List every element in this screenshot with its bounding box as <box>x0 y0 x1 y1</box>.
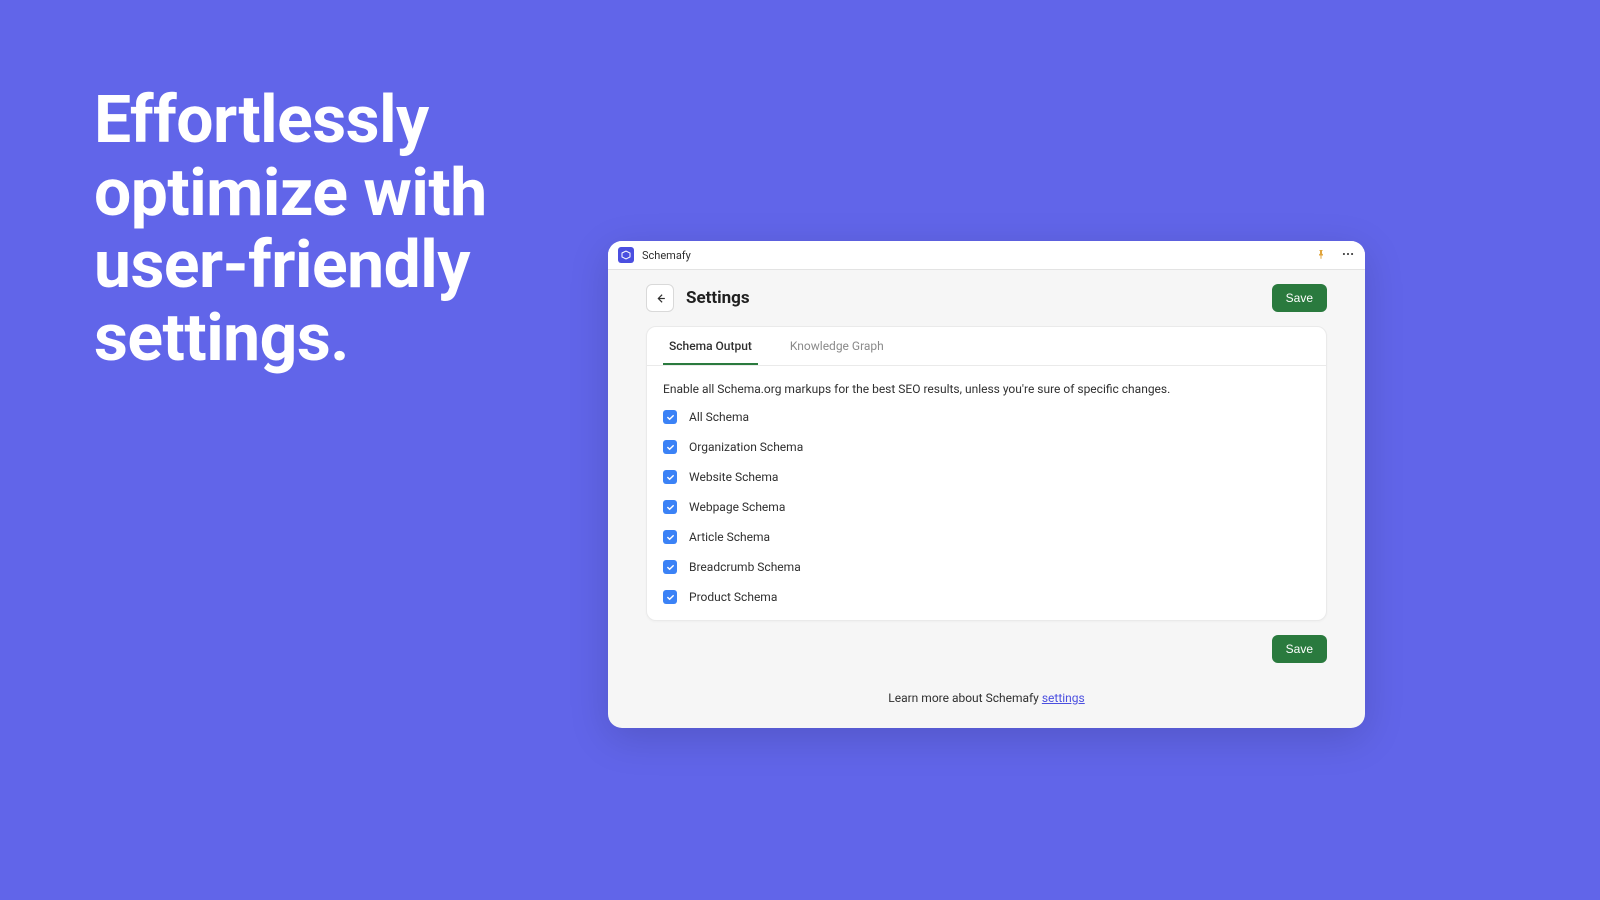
page-header: Settings Save <box>646 284 1327 312</box>
page-title: Settings <box>686 288 750 308</box>
checkbox-label: All Schema <box>689 410 749 424</box>
hint-text: Enable all Schema.org markups for the be… <box>663 382 1310 396</box>
checkbox-row-article-schema: Article Schema <box>663 530 1310 544</box>
checkbox-all-schema[interactable] <box>663 410 677 424</box>
settings-card: Schema Output Knowledge Graph Enable all… <box>646 326 1327 621</box>
checkbox-article-schema[interactable] <box>663 530 677 544</box>
checkbox-label: Organization Schema <box>689 440 803 454</box>
checkbox-breadcrumb-schema[interactable] <box>663 560 677 574</box>
tabs: Schema Output Knowledge Graph <box>647 327 1326 366</box>
checkbox-label: Product Schema <box>689 590 777 604</box>
checkbox-list: All Schema Organization Schema Website S… <box>663 410 1310 604</box>
save-button-bottom[interactable]: Save <box>1272 635 1327 663</box>
checkbox-organization-schema[interactable] <box>663 440 677 454</box>
checkbox-label: Breadcrumb Schema <box>689 560 801 574</box>
save-button-top[interactable]: Save <box>1272 284 1327 312</box>
app-logo-icon <box>618 247 634 263</box>
checkbox-label: Website Schema <box>689 470 778 484</box>
checkbox-row-breadcrumb-schema: Breadcrumb Schema <box>663 560 1310 574</box>
more-icon[interactable] <box>1341 246 1355 265</box>
checkbox-row-all-schema: All Schema <box>663 410 1310 424</box>
checkbox-product-schema[interactable] <box>663 590 677 604</box>
checkbox-row-organization-schema: Organization Schema <box>663 440 1310 454</box>
titlebar: Schemafy <box>608 241 1365 270</box>
app-body: Settings Save Schema Output Knowledge Gr… <box>608 270 1365 728</box>
app-name: Schemafy <box>642 249 691 262</box>
back-button[interactable] <box>646 284 674 312</box>
checkbox-row-website-schema: Website Schema <box>663 470 1310 484</box>
checkbox-website-schema[interactable] <box>663 470 677 484</box>
checkbox-row-product-schema: Product Schema <box>663 590 1310 604</box>
titlebar-left: Schemafy <box>618 247 691 263</box>
checkbox-row-webpage-schema: Webpage Schema <box>663 500 1310 514</box>
marketing-headline: Effortlessly optimize with user-friendly… <box>94 85 534 375</box>
footer-text: Learn more about Schemafy settings <box>646 691 1327 705</box>
footer-settings-link[interactable]: settings <box>1042 691 1085 705</box>
app-window: Schemafy Settings Save Schema Output Kno… <box>608 241 1365 728</box>
checkbox-webpage-schema[interactable] <box>663 500 677 514</box>
checkbox-label: Article Schema <box>689 530 770 544</box>
pin-icon[interactable] <box>1315 246 1327 265</box>
checkbox-label: Webpage Schema <box>689 500 785 514</box>
footer-prefix: Learn more about Schemafy <box>888 691 1042 705</box>
tab-knowledge-graph[interactable]: Knowledge Graph <box>784 327 890 365</box>
tab-schema-output[interactable]: Schema Output <box>663 327 758 365</box>
card-body: Enable all Schema.org markups for the be… <box>647 366 1326 620</box>
titlebar-right <box>1315 246 1355 265</box>
